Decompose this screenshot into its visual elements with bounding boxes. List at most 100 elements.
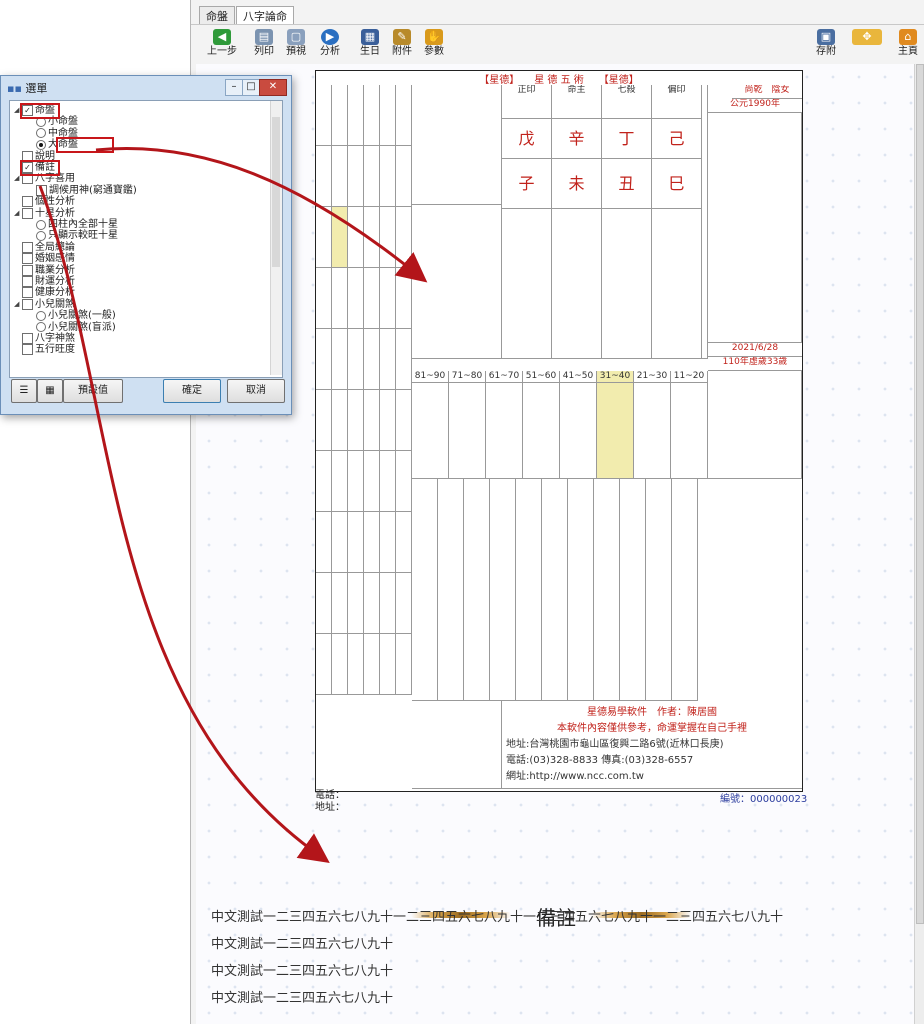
tree-item-label: 小兒關煞(盲派): [48, 321, 116, 333]
tree-item-label: 小兒關煞(一般): [48, 310, 116, 322]
maximize-button[interactable]: □: [242, 79, 260, 96]
radio-button[interactable]: [36, 230, 46, 241]
tree-item-label: 小兒關煞: [35, 298, 75, 310]
tree-item-label: 只顯示較旺十星: [48, 230, 118, 242]
tree-item[interactable]: 財運分析: [14, 276, 75, 287]
params-button[interactable]: ✋ 參數: [419, 29, 449, 58]
tree-item[interactable]: 小兒關煞(盲派): [28, 322, 116, 333]
directions-block: [412, 701, 502, 789]
info-software: 星德易學軟件 作者：陳居國: [587, 707, 717, 718]
tree-item[interactable]: 個性分析: [14, 196, 75, 208]
tree-item[interactable]: 職業分析: [14, 264, 75, 276]
palace-cell: [380, 512, 396, 573]
expander-icon[interactable]: ◢: [14, 208, 22, 219]
palace-cell: [380, 329, 396, 390]
palace-cell: [364, 390, 380, 451]
checkbox[interactable]: [36, 184, 47, 196]
print-button[interactable]: ▤ 列印: [249, 29, 279, 58]
preview-button[interactable]: ▢ 預視: [281, 29, 311, 58]
checkbox[interactable]: [22, 276, 33, 287]
attach-button[interactable]: ✎ 附件: [387, 29, 417, 58]
tree-item[interactable]: 婚姻感情: [14, 253, 75, 265]
ok-button[interactable]: 確定: [163, 379, 221, 403]
options-dialog: ▪▪ 選單 – □ ✕ ◢ ✓ 命盤 小命盤 中命盤 大命盤 說明 ✓ 備註 ◢ 八字喜用 調候用神(…: [0, 75, 292, 415]
palace-cell: [316, 390, 332, 451]
tree-item[interactable]: 五行旺度: [14, 344, 75, 356]
pillar-stem: 己: [652, 119, 702, 159]
luck-side: [708, 371, 802, 479]
document-view: 【星德】 星 德 五 術 【星德】 尚乾 陰女 公元1990年 2021/6/2…: [196, 64, 914, 1024]
collapse-all-button[interactable]: ▦: [37, 379, 63, 403]
tree-item[interactable]: 全局總論: [14, 241, 75, 253]
radio-button[interactable]: [36, 322, 46, 333]
luck-cell: [412, 383, 449, 479]
default-button[interactable]: 預設值: [63, 379, 123, 403]
luck-label: 61~70: [486, 371, 523, 383]
pillar-header: 七殺: [602, 85, 652, 119]
expand-all-button[interactable]: ☰: [11, 379, 37, 403]
pillar-header: 偏印: [652, 85, 702, 119]
palace-cell: [348, 390, 364, 451]
expander-icon[interactable]: ◢: [14, 299, 22, 310]
palace-cell: [396, 390, 412, 451]
save-attach-button[interactable]: ▣ 存附: [811, 29, 841, 58]
cancel-button[interactable]: 取消: [227, 379, 285, 403]
checkbox[interactable]: [22, 344, 33, 356]
home-button[interactable]: ⌂ 主頁: [893, 29, 923, 58]
tree-item[interactable]: 小兒關煞(一般): [28, 310, 116, 321]
tree-item[interactable]: ◢ 十星分析: [14, 207, 75, 219]
luck-label: 11~20: [671, 371, 708, 383]
tree-item[interactable]: 四柱內全部十星: [28, 219, 118, 230]
tree-item[interactable]: 只顯示較旺十星: [28, 230, 118, 241]
scroll-thumb[interactable]: [916, 64, 924, 924]
main-window: 命盤 八字論命 ◀ 上一步 ▤ 列印 ▢ 預視 ▶ 分析 ▦ 生日 ✎ 附件 ✋ 參數 ▣ 存附…: [190, 0, 924, 1024]
luck-cell: [634, 383, 671, 479]
checkbox[interactable]: [22, 207, 33, 219]
tree-item-label: 調候用神(窮通寶鑑): [49, 184, 137, 196]
tree-item[interactable]: ◢ 小兒關煞: [14, 298, 75, 310]
tree-scrollbar[interactable]: [270, 101, 282, 375]
palace-cell: [396, 146, 412, 207]
tree-item[interactable]: 健康分析: [14, 287, 75, 299]
analyze-label: 分析: [320, 46, 340, 57]
back-button[interactable]: ◀ 上一步: [207, 29, 237, 58]
list-icon: ☰: [19, 385, 29, 396]
star-column: [412, 479, 438, 701]
checkbox[interactable]: [22, 241, 33, 253]
radio-button[interactable]: [36, 219, 46, 230]
palace-cell: [332, 451, 348, 512]
minimize-button[interactable]: –: [225, 79, 243, 96]
birthday-button[interactable]: ▦ 生日: [355, 29, 385, 58]
pillar-branch: 巳: [652, 159, 702, 209]
palace-cell: [380, 390, 396, 451]
palace-cell: [332, 390, 348, 451]
palace-cell: [396, 634, 412, 695]
palace-cell: [396, 573, 412, 634]
checkbox[interactable]: [22, 264, 33, 276]
info-website: 網址:http://www.ncc.com.tw: [506, 771, 644, 782]
palace-cell: [316, 268, 332, 329]
palace-cell: [396, 451, 412, 512]
checkbox[interactable]: [22, 253, 33, 265]
checkbox[interactable]: [22, 333, 33, 344]
calendar-icon: ▦: [361, 29, 379, 45]
tab-bazi[interactable]: 八字論命: [236, 6, 294, 24]
radio-button[interactable]: [36, 139, 46, 150]
doc-scrollbar[interactable]: [914, 64, 924, 1024]
pillar-branch: 丑: [602, 159, 652, 209]
tree-scroll-thumb[interactable]: [272, 117, 280, 267]
checkbox[interactable]: [22, 196, 33, 208]
palace-cell: [348, 634, 364, 695]
checkbox[interactable]: [22, 287, 33, 299]
tab-chart[interactable]: 命盤: [199, 6, 235, 24]
checkbox[interactable]: [22, 298, 33, 310]
nav-pad[interactable]: ✥: [847, 29, 887, 46]
tree-item[interactable]: 調候用神(窮通寶鑑): [28, 184, 137, 196]
radio-button[interactable]: [36, 310, 46, 321]
palace-cell: [380, 85, 396, 146]
palace-cell: [396, 207, 412, 268]
close-button[interactable]: ✕: [259, 79, 287, 96]
tree-item[interactable]: 八字神煞: [14, 333, 75, 344]
radio-button[interactable]: [36, 128, 46, 139]
analyze-button[interactable]: ▶ 分析: [315, 29, 345, 58]
